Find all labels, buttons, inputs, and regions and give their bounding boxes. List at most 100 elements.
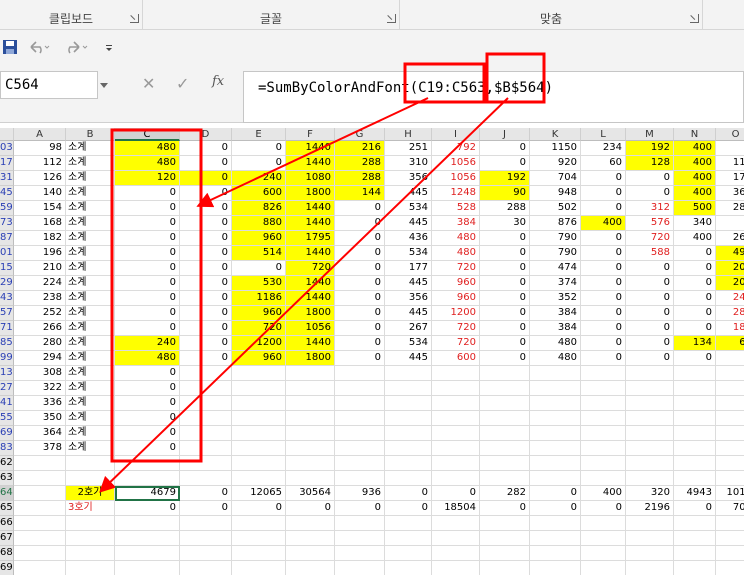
column-header-d[interactable]: D (180, 128, 232, 141)
cell-d[interactable]: 0 (180, 351, 232, 366)
cell-n[interactable]: 400 (674, 141, 716, 156)
cell-h[interactable]: 534 (385, 201, 432, 216)
row-header[interactable]: 71 (0, 321, 14, 336)
row-header[interactable]: 66 (0, 516, 14, 531)
cell-g[interactable] (335, 396, 385, 411)
cell-f[interactable] (286, 471, 335, 486)
cell-g[interactable] (335, 426, 385, 441)
cell-b[interactable]: 소계 (66, 441, 115, 456)
row-header[interactable]: 99 (0, 351, 14, 366)
cell-b[interactable] (66, 561, 115, 575)
row-header[interactable]: 69 (0, 561, 14, 575)
cell-h[interactable] (385, 396, 432, 411)
row-header[interactable]: 69 (0, 426, 14, 441)
cell-d[interactable]: 0 (180, 261, 232, 276)
cell-f[interactable] (286, 366, 335, 381)
column-header-l[interactable]: L (581, 128, 626, 141)
cell-o[interactable] (716, 531, 744, 546)
cell-d[interactable]: 0 (180, 336, 232, 351)
cell-n[interactable]: 0 (674, 291, 716, 306)
cell-j[interactable]: 0 (480, 276, 530, 291)
cell-k[interactable]: 790 (530, 246, 581, 261)
cell-f[interactable]: 1080 (286, 171, 335, 186)
cell-d[interactable]: 0 (180, 306, 232, 321)
cell-n[interactable] (674, 441, 716, 456)
cell-n[interactable]: 0 (674, 321, 716, 336)
cell-b[interactable]: 소계 (66, 186, 115, 201)
select-all-corner[interactable] (0, 128, 14, 141)
cell-n[interactable]: 0 (674, 351, 716, 366)
cell-c[interactable]: 0 (115, 261, 180, 276)
cell-d[interactable]: 0 (180, 141, 232, 156)
cell-b[interactable] (66, 546, 115, 561)
cell-o[interactable]: 0 (716, 351, 744, 366)
cell-i[interactable] (432, 516, 480, 531)
save-icon[interactable] (2, 38, 18, 56)
cell-i[interactable] (432, 366, 480, 381)
cell-h[interactable]: 534 (385, 336, 432, 351)
cell-d[interactable]: 0 (180, 186, 232, 201)
cell-g[interactable] (335, 471, 385, 486)
cell-c[interactable]: 480 (115, 141, 180, 156)
cell-i[interactable] (432, 546, 480, 561)
cell-m[interactable]: 0 (626, 261, 674, 276)
cell-m[interactable]: 320 (626, 486, 674, 501)
row-header[interactable]: 43 (0, 291, 14, 306)
cell-a[interactable]: 252 (14, 306, 66, 321)
cell-j[interactable]: 0 (480, 321, 530, 336)
cell-m[interactable]: 128 (626, 156, 674, 171)
cell-d[interactable]: 0 (180, 171, 232, 186)
row-header[interactable]: 83 (0, 441, 14, 456)
cell-e[interactable]: 960 (232, 351, 286, 366)
cell-b[interactable]: 3호기 (66, 501, 115, 516)
cell-k[interactable]: 502 (530, 201, 581, 216)
cell-j[interactable] (480, 516, 530, 531)
cell-k[interactable] (530, 456, 581, 471)
cell-e[interactable] (232, 546, 286, 561)
cell-l[interactable]: 0 (581, 186, 626, 201)
cell-h[interactable]: 445 (385, 306, 432, 321)
cell-a[interactable] (14, 561, 66, 575)
cell-e[interactable]: 826 (232, 201, 286, 216)
cell-i[interactable] (432, 381, 480, 396)
cell-d[interactable]: 0 (180, 321, 232, 336)
cell-j[interactable]: 0 (480, 351, 530, 366)
cell-c[interactable]: 0 (115, 321, 180, 336)
cell-k[interactable] (530, 366, 581, 381)
cell-f[interactable]: 720 (286, 261, 335, 276)
cell-i[interactable]: 384 (432, 216, 480, 231)
cell-h[interactable]: 534 (385, 246, 432, 261)
cell-m[interactable] (626, 471, 674, 486)
cell-k[interactable]: 948 (530, 186, 581, 201)
cell-h[interactable]: 445 (385, 216, 432, 231)
cell-m[interactable]: 0 (626, 186, 674, 201)
cell-k[interactable] (530, 546, 581, 561)
cell-c[interactable]: 0 (115, 366, 180, 381)
cell-l[interactable] (581, 456, 626, 471)
cell-g[interactable] (335, 366, 385, 381)
row-header[interactable]: 63 (0, 471, 14, 486)
cell-b[interactable] (66, 531, 115, 546)
cell-b[interactable]: 소계 (66, 366, 115, 381)
cell-o[interactable]: 0 (716, 216, 744, 231)
cell-g[interactable] (335, 531, 385, 546)
cell-d[interactable] (180, 441, 232, 456)
cell-a[interactable] (14, 501, 66, 516)
cell-m[interactable]: 0 (626, 291, 674, 306)
cell-f[interactable] (286, 411, 335, 426)
customize-icon[interactable] (104, 38, 114, 56)
cell-g[interactable] (335, 516, 385, 531)
row-header[interactable]: 68 (0, 546, 14, 561)
cell-o[interactable]: 288 (716, 306, 744, 321)
cell-o[interactable]: 116 (716, 156, 744, 171)
cell-m[interactable]: 0 (626, 276, 674, 291)
cell-h[interactable] (385, 366, 432, 381)
cell-o[interactable] (716, 546, 744, 561)
cell-d[interactable] (180, 561, 232, 575)
cell-i[interactable]: 528 (432, 201, 480, 216)
cell-h[interactable]: 445 (385, 186, 432, 201)
cell-b[interactable]: 소계 (66, 321, 115, 336)
cell-m[interactable]: 0 (626, 171, 674, 186)
cell-l[interactable]: 0 (581, 291, 626, 306)
row-header[interactable]: 13 (0, 366, 14, 381)
